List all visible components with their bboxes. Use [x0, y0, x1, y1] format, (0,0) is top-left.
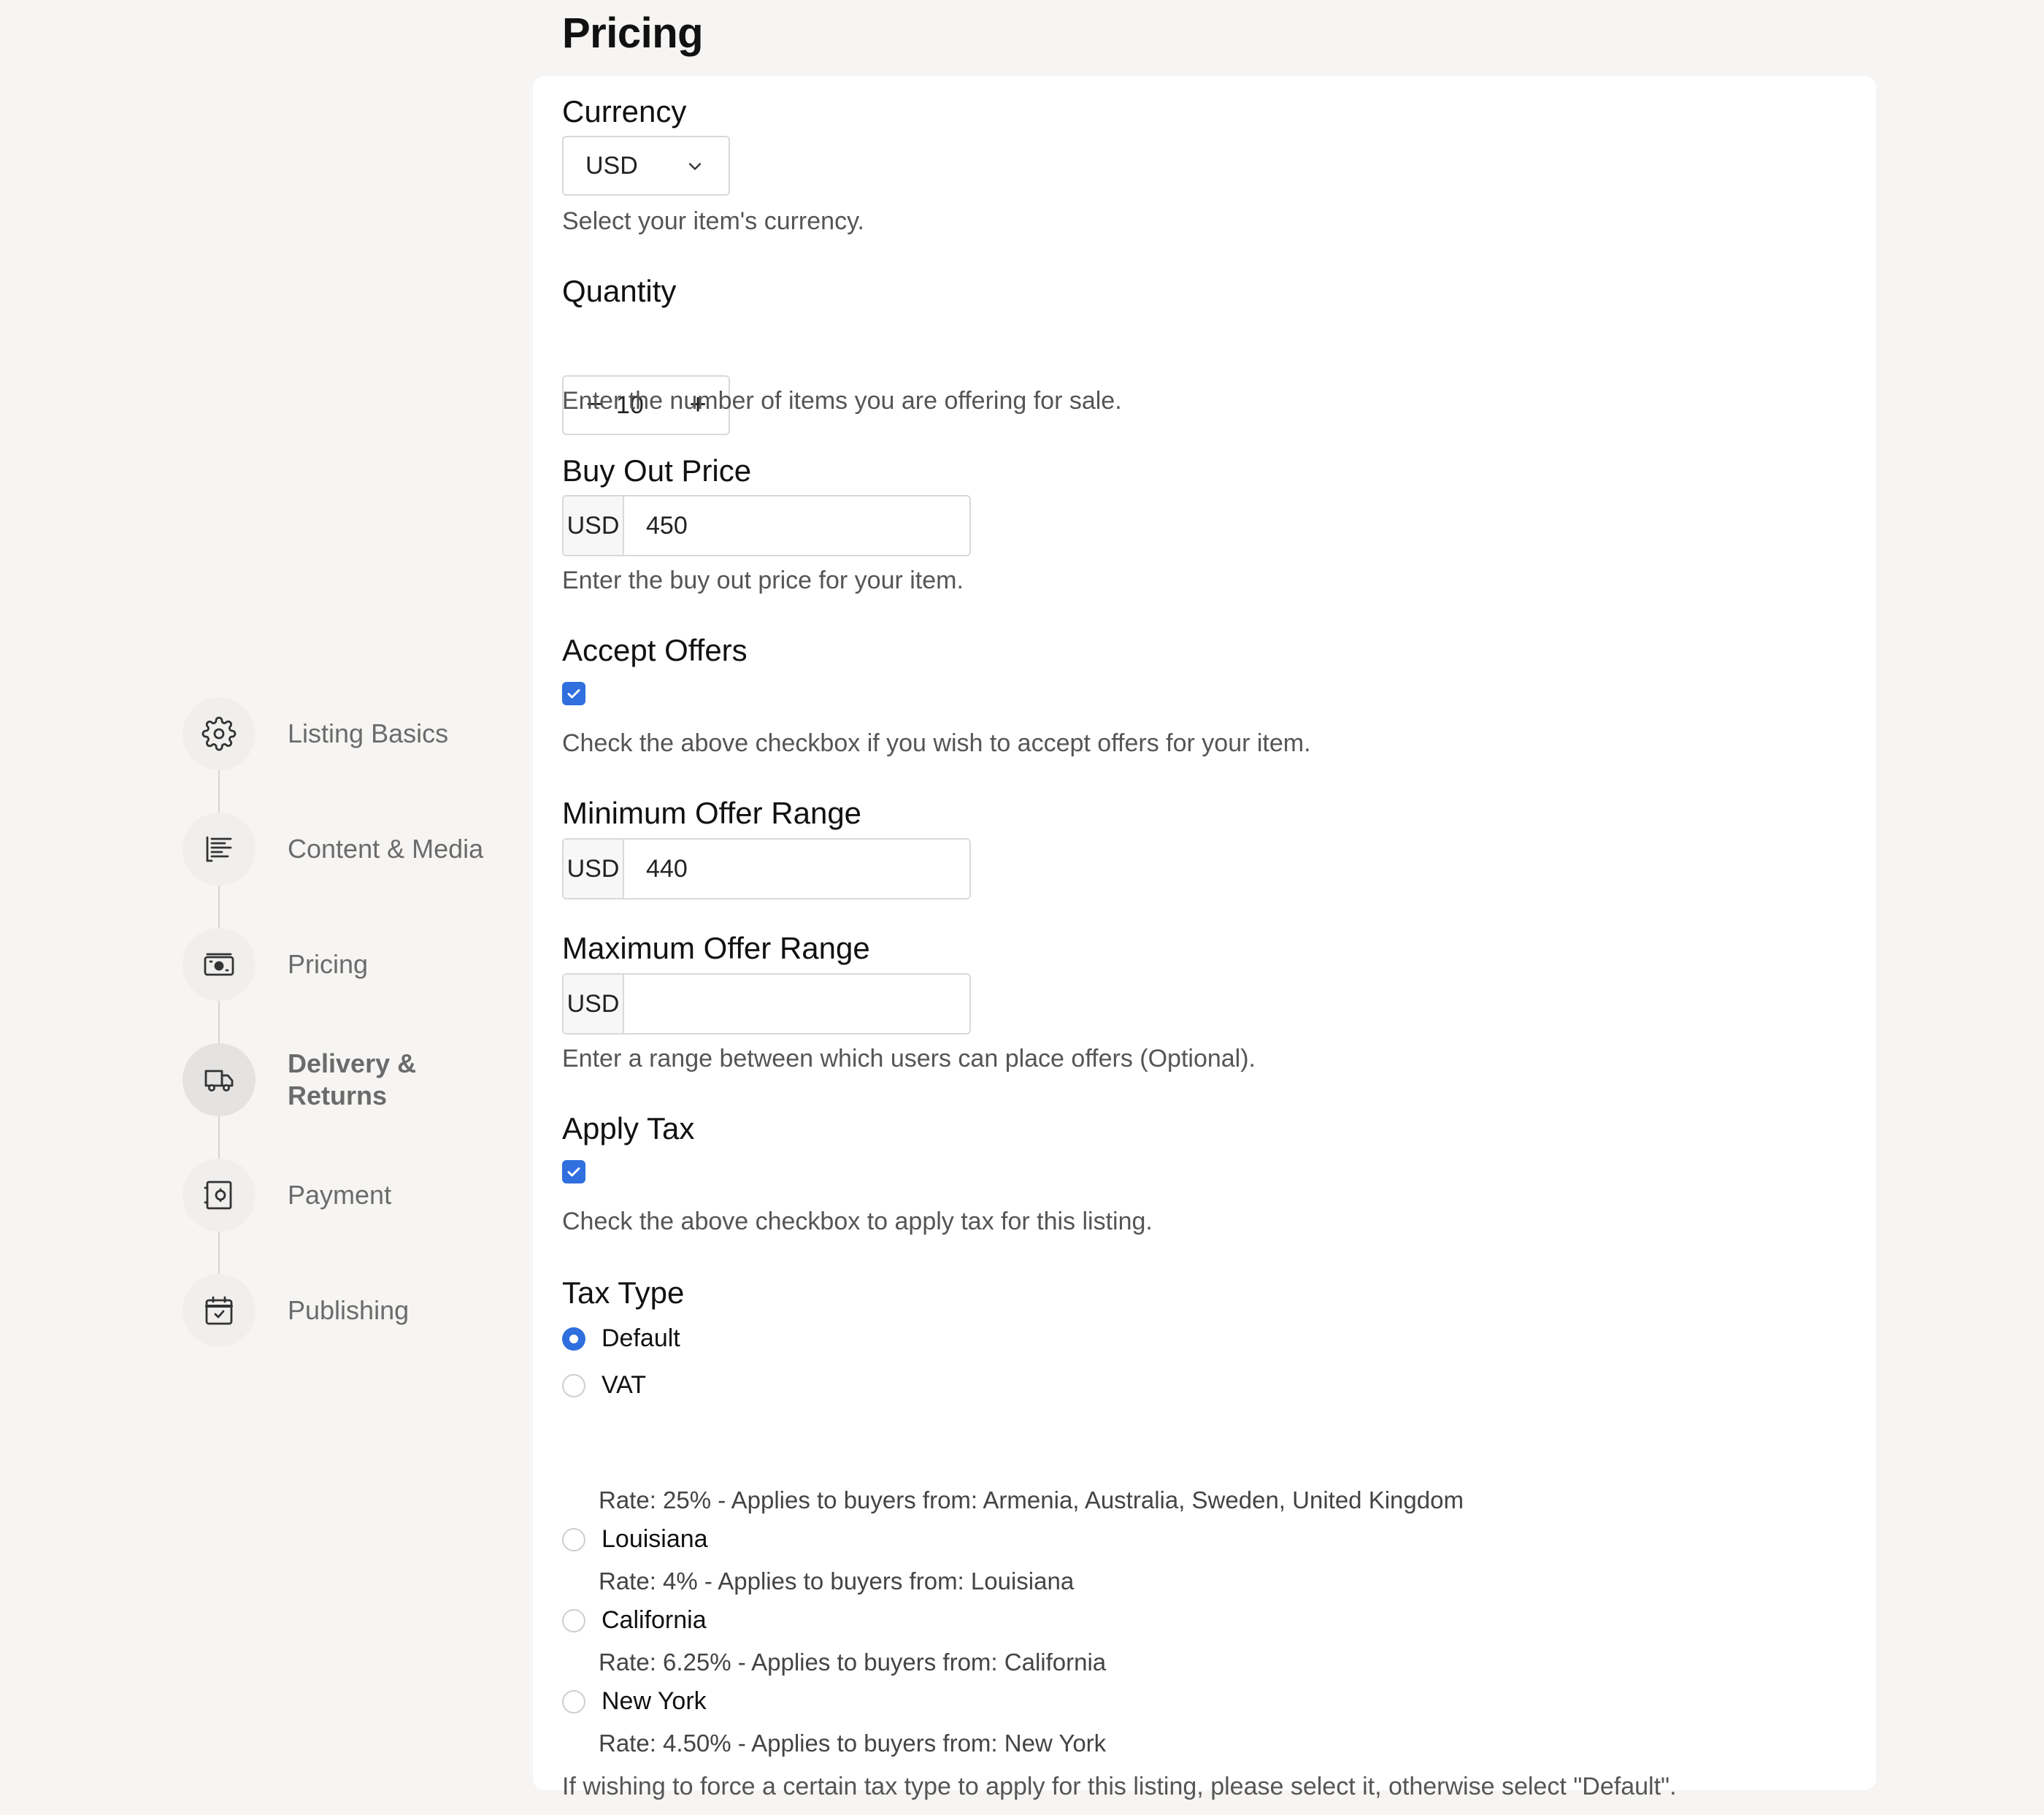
pricing-form-card: Currency USD Select your item's currency… — [533, 76, 1876, 1800]
buy-out-price-input[interactable] — [624, 496, 969, 555]
gear-icon — [182, 697, 256, 770]
currency-select[interactable]: USD — [562, 136, 730, 196]
radio-button[interactable] — [562, 1373, 585, 1397]
max-offer-field: USD — [562, 973, 971, 1035]
buy-out-price-field: USD — [562, 495, 971, 556]
step-delivery-returns[interactable]: Delivery & Returns — [182, 1043, 511, 1116]
currency-addon: USD — [564, 496, 624, 555]
tax-type-help: If wishing to force a certain tax type t… — [562, 1773, 1677, 1800]
apply-tax-help: Check the above checkbox to apply tax fo… — [562, 1208, 1153, 1235]
radio-button[interactable] — [562, 1327, 585, 1351]
offer-range-help: Enter a range between which users can pl… — [562, 1045, 1256, 1072]
banknote-icon — [182, 928, 256, 1001]
text-lines-icon — [182, 813, 256, 886]
tax-option-desc: Rate: 4% - Applies to buyers from: Louis… — [599, 1568, 1075, 1595]
quantity-help: Enter the number of items you are offeri… — [562, 387, 1122, 415]
currency-addon: USD — [564, 840, 624, 898]
accept-offers-checkbox[interactable] — [562, 682, 585, 705]
tax-option-new-york[interactable]: New York — [562, 1687, 707, 1716]
step-label: Delivery & Returns — [288, 1048, 416, 1112]
buy-out-price-label: Buy Out Price — [562, 453, 752, 488]
accept-offers-label: Accept Offers — [562, 633, 748, 667]
radio-label: New York — [602, 1687, 707, 1715]
max-offer-input[interactable] — [624, 975, 969, 1033]
step-label: Publishing — [288, 1295, 410, 1325]
apply-tax-checkbox[interactable] — [562, 1160, 585, 1183]
step-pricing[interactable]: Pricing — [182, 928, 511, 1001]
step-connector — [218, 1232, 220, 1274]
min-offer-label: Minimum Offer Range — [562, 796, 862, 830]
step-label-line2: Returns — [288, 1081, 388, 1110]
chevron-down-icon — [688, 163, 702, 170]
currency-label: Currency — [562, 94, 687, 128]
min-offer-input[interactable] — [624, 840, 969, 898]
min-offer-field: USD — [562, 838, 971, 899]
radio-label: Louisiana — [602, 1525, 708, 1553]
step-connector — [218, 770, 220, 813]
accept-offers-help: Check the above checkbox if you wish to … — [562, 729, 1311, 757]
step-connector — [218, 1116, 220, 1159]
step-listing-basics[interactable]: Listing Basics — [182, 697, 511, 770]
step-connector — [218, 886, 220, 928]
step-label: Payment — [288, 1180, 392, 1210]
tax-option-desc: Rate: 4.50% - Applies to buyers from: Ne… — [599, 1730, 1107, 1757]
page-title: Pricing — [562, 9, 704, 57]
max-offer-label: Maximum Offer Range — [562, 931, 870, 965]
tax-option-default[interactable]: Default — [562, 1324, 680, 1353]
step-label: Content & Media — [288, 834, 484, 864]
step-payment[interactable]: Payment — [182, 1159, 511, 1232]
step-publishing[interactable]: Publishing — [182, 1274, 511, 1347]
step-connector — [218, 1001, 220, 1043]
checkmark-icon — [567, 689, 580, 699]
step-label: Pricing — [288, 949, 369, 979]
tax-option-louisiana[interactable]: Louisiana — [562, 1525, 708, 1554]
truck-icon — [182, 1043, 256, 1116]
quantity-label: Quantity — [562, 274, 677, 308]
buy-out-price-help: Enter the buy out price for your item. — [562, 567, 964, 594]
radio-button[interactable] — [562, 1689, 585, 1714]
radio-label: Default — [602, 1324, 680, 1352]
step-content-media[interactable]: Content & Media — [182, 813, 511, 886]
tax-option-desc: Rate: 6.25% - Applies to buyers from: Ca… — [599, 1649, 1107, 1676]
tax-type-label: Tax Type — [562, 1275, 685, 1310]
steps-sidebar: Listing Basics Content & Media Pricing D… — [182, 697, 511, 1389]
currency-select-value: USD — [585, 151, 638, 180]
currency-help: Select your item's currency. — [562, 207, 864, 235]
tax-option-california[interactable]: California — [562, 1606, 707, 1635]
step-label: Listing Basics — [288, 718, 449, 748]
radio-label: VAT — [602, 1371, 647, 1399]
tax-option-desc: Rate: 25% - Applies to buyers from: Arme… — [599, 1486, 1464, 1513]
radio-label: California — [602, 1606, 707, 1634]
calendar-check-icon — [182, 1274, 256, 1347]
form-body: Currency USD Select your item's currency… — [562, 76, 1847, 1800]
tax-option-vat[interactable]: VAT — [562, 1371, 646, 1400]
step-label-line1: Delivery & — [288, 1048, 417, 1078]
apply-tax-label: Apply Tax — [562, 1111, 695, 1146]
checkmark-icon — [567, 1167, 580, 1177]
currency-addon: USD — [564, 975, 624, 1033]
radio-button[interactable] — [562, 1608, 585, 1632]
safe-icon — [182, 1159, 256, 1232]
radio-button[interactable] — [562, 1527, 585, 1551]
